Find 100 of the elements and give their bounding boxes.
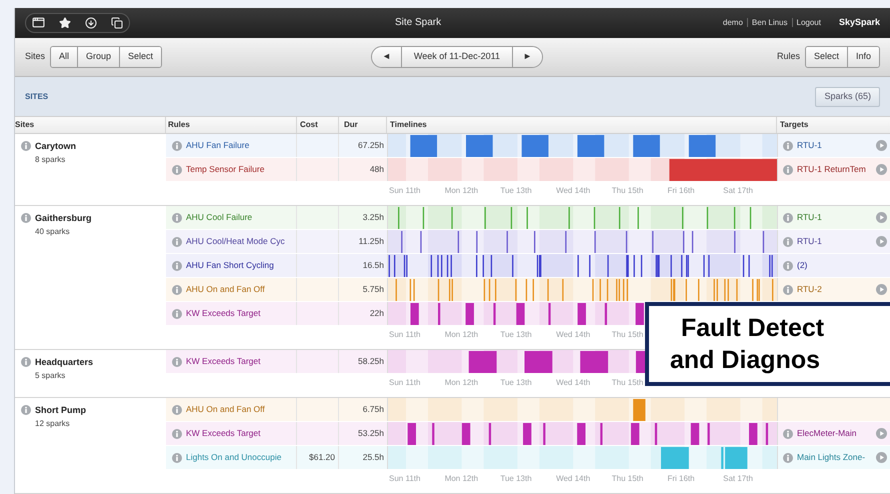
target-name[interactable]: Main Lights Zone-	[797, 451, 866, 464]
sparks-button[interactable]: Sparks (65)	[815, 86, 880, 107]
section-title: SITES	[25, 90, 48, 103]
column-header: Timelines	[387, 117, 777, 134]
site-name[interactable]: Carytown	[35, 140, 76, 154]
column-header: Sites	[15, 117, 166, 134]
brand-name: SkySpark	[838, 16, 880, 30]
duration-cell: 16.5h	[362, 259, 384, 272]
rule-name[interactable]: AHU Cool Failure	[186, 211, 252, 224]
user-link[interactable]: demo	[722, 16, 743, 29]
axis-label: Fri 16th	[667, 185, 696, 198]
toolbar-button[interactable]: Select	[120, 47, 162, 68]
duration-cell: 48h	[370, 163, 384, 176]
play-icon[interactable]	[876, 140, 887, 152]
axis-label: Mon 12th	[444, 329, 480, 342]
spark-count: 12 sparks	[35, 418, 71, 430]
window-icon[interactable]	[32, 16, 45, 30]
target-name[interactable]: ElecMeter-Main	[797, 427, 857, 440]
info-icon	[172, 236, 182, 247]
target-name[interactable]: (2)	[797, 259, 808, 272]
rule-name[interactable]: KW Exceeds Target	[186, 355, 260, 368]
target-name[interactable]: RTU-2	[797, 283, 822, 296]
info-icon	[172, 164, 182, 175]
copy-icon[interactable]	[111, 16, 123, 29]
column-header: Dur	[339, 117, 387, 134]
play-icon[interactable]	[876, 284, 887, 296]
download-icon[interactable]	[85, 16, 97, 29]
duration-cell: 11.25h	[358, 235, 384, 248]
column-header: Targets	[779, 119, 808, 132]
site-name[interactable]: Gaithersburg	[35, 212, 92, 226]
axis-label: Tue 13th	[500, 377, 533, 390]
info-icon	[783, 236, 793, 247]
target-name[interactable]: RTU-1 ReturnTem	[797, 163, 866, 176]
play-icon[interactable]	[876, 212, 887, 224]
site-name[interactable]: Headquarters	[35, 356, 94, 370]
duration-cell: 5.75h	[362, 283, 384, 296]
star-icon[interactable]	[59, 16, 71, 29]
target-name[interactable]: RTU-1	[797, 139, 822, 152]
site-name[interactable]: Short Pump	[35, 404, 86, 418]
play-icon[interactable]	[876, 236, 887, 248]
axis-label: Wed 14th	[556, 473, 592, 486]
window-title: Site Spark	[395, 16, 442, 30]
axis-label: Sun 11th	[389, 185, 422, 198]
axis-label: Tue 13th	[500, 473, 533, 486]
next-week-button[interactable]: ►	[512, 47, 542, 68]
axis-label: Thu 15th	[612, 473, 644, 486]
target-name[interactable]: RTU-1	[797, 211, 822, 224]
toolbar-button[interactable]: Group	[78, 47, 120, 68]
toolbar-label: Rules	[776, 50, 800, 64]
week-button[interactable]: Week of 11-Dec-2011	[402, 47, 513, 68]
info-icon	[783, 260, 793, 271]
rule-name[interactable]: AHU On and Fan Off	[186, 283, 265, 296]
info-icon	[172, 452, 182, 463]
target-name[interactable]: RTU-1	[797, 235, 822, 248]
axis-label: Thu 15th	[612, 329, 644, 342]
info-icon	[783, 284, 793, 295]
toolbar-button[interactable]: All	[51, 47, 78, 68]
info-icon	[172, 284, 182, 295]
rule-name[interactable]: Lights On and Unoccupie	[186, 451, 282, 464]
rule-name[interactable]: AHU Fan Short Cycling	[186, 259, 274, 272]
user-link[interactable]: Logout	[796, 16, 821, 29]
info-icon	[172, 212, 182, 223]
axis-label: Tue 13th	[500, 329, 533, 342]
axis-label: Wed 14th	[556, 377, 592, 390]
info-icon	[783, 164, 793, 175]
rule-name[interactable]: AHU Fan Failure	[186, 139, 250, 152]
previous-week-button[interactable]: ◄	[372, 47, 402, 68]
rule-name[interactable]: AHU On and Fan Off	[186, 403, 265, 416]
duration-cell: 3.25h	[362, 211, 384, 224]
play-icon[interactable]	[876, 164, 887, 176]
duration-cell: 53.25h	[358, 427, 384, 440]
rule-name[interactable]: Temp Sensor Failure	[186, 163, 264, 176]
spark-count: 40 sparks	[35, 226, 71, 238]
axis-label: Mon 12th	[444, 377, 480, 390]
info-icon	[172, 308, 182, 319]
rule-name[interactable]: KW Exceeds Target	[186, 307, 260, 320]
cost-cell: $61.20	[309, 451, 335, 464]
axis-label: Sun 11th	[389, 329, 422, 342]
spark-count: 8 sparks	[35, 154, 66, 166]
info-icon	[783, 212, 793, 223]
axis-label: Tue 13th	[500, 185, 533, 198]
user-link[interactable]: Ben Linus	[752, 16, 788, 29]
axis-label: Sat 17th	[723, 473, 754, 486]
duration-cell: 67.25h	[358, 139, 384, 152]
toolbar-button[interactable]: Info	[848, 47, 879, 68]
column-header: Cost	[297, 117, 339, 134]
spark-count: 5 sparks	[35, 370, 66, 382]
info-icon	[172, 356, 182, 367]
info-icon	[21, 213, 31, 224]
duration-cell: 22h	[370, 307, 384, 320]
info-icon	[21, 357, 31, 368]
axis-label: Fri 16th	[667, 473, 696, 486]
toolbar-button[interactable]: Select	[806, 47, 848, 68]
info-icon	[783, 140, 793, 151]
axis-label: Thu 15th	[612, 377, 644, 390]
rule-name[interactable]: KW Exceeds Target	[186, 427, 260, 440]
play-icon[interactable]	[876, 428, 887, 440]
play-icon[interactable]	[876, 452, 887, 464]
info-icon	[783, 428, 793, 439]
rule-name[interactable]: AHU Cool/Heat Mode Cyc	[186, 235, 285, 248]
